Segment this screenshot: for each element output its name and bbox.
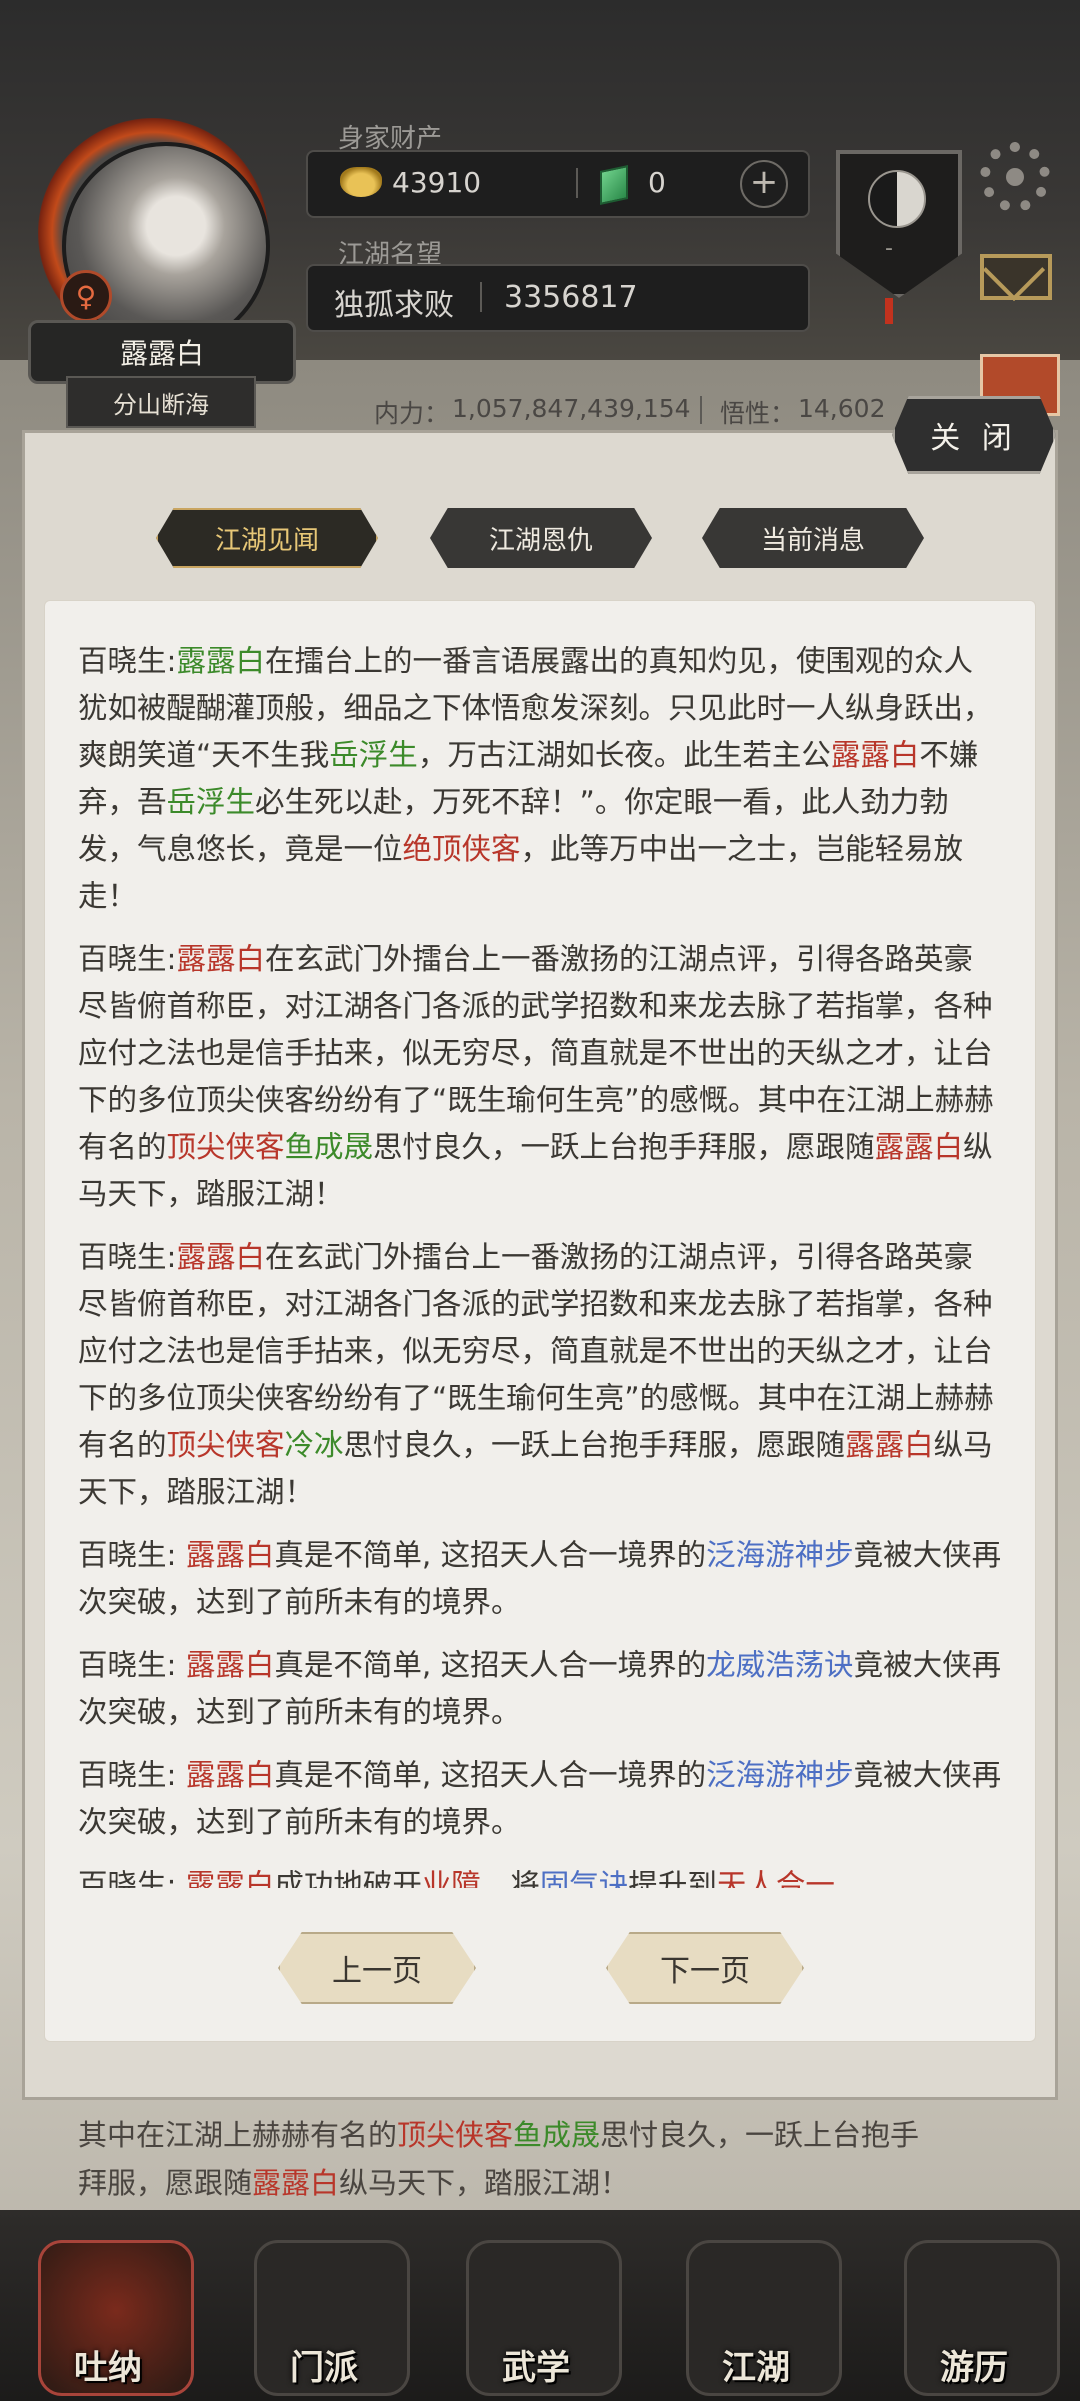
gear-icon[interactable]: [980, 142, 1050, 212]
background-message-line: 其中在江湖上赫赫有名的顶尖侠客鱼成晟思忖良久，一跃上台抱手: [78, 2112, 919, 2159]
highlight-name: 顶尖侠客: [166, 1130, 285, 1164]
news-message: 百晓生:露露白在玄武门外擂台上一番激扬的江湖点评，引得各路英豪尽皆俯首称臣，对江…: [78, 1234, 1002, 1516]
message-list[interactable]: 百晓生:露露白在擂台上的一番言语展露出的真知灼见，使围观的众人犹如被醍醐灌顶般，…: [78, 638, 1002, 1888]
message-text: 百晓生:: [78, 644, 177, 678]
highlight-name: 露露白: [176, 1240, 265, 1274]
message-text: 思忖良久，一跃上台抱手拜服，愿跟随: [343, 1428, 846, 1462]
jade-amount: 0: [648, 166, 666, 199]
message-text: 提升到: [628, 1868, 717, 1888]
news-message: 百晓生:露露白在擂台上的一番言语展露出的真知灼见，使围观的众人犹如被醍醐灌顶般，…: [78, 638, 1002, 920]
skill-name: 泛海游神步: [706, 1538, 854, 1572]
next-page-button[interactable]: 下一页: [606, 1932, 804, 2004]
highlight-name: 露露白: [185, 1868, 275, 1888]
close-button[interactable]: 关 闭: [892, 396, 1056, 474]
inner-power-value: 1,057,847,439,154: [452, 394, 691, 423]
nav-label-jianghu[interactable]: 江湖: [666, 2340, 846, 2389]
news-message: 百晓生:露露白在玄武门外擂台上一番激扬的江湖点评，引得各路英豪尽皆俯首称臣，对江…: [78, 936, 1002, 1218]
message-text: 百晓生:: [78, 1538, 186, 1572]
background-text: 其中在江湖上赫赫有名的: [78, 2118, 398, 2152]
highlight-name: 露露白: [176, 942, 265, 976]
mail-icon[interactable]: [980, 254, 1052, 300]
inner-power-label: 内力：: [374, 399, 450, 428]
player-title: 分山断海: [66, 376, 256, 428]
message-text: 百晓生:: [78, 942, 177, 976]
gold-ingot-icon: [340, 167, 382, 197]
tab-jianghu-feud[interactable]: 江湖恩仇: [430, 508, 652, 568]
add-currency-button[interactable]: +: [740, 160, 788, 208]
insight-label: 悟性：: [720, 399, 796, 428]
divider: [700, 396, 702, 424]
female-gender-icon: ♀: [60, 270, 112, 322]
message-text: 思忖良久，一跃上台抱手拜服，愿跟随: [373, 1130, 875, 1164]
player-name: 露露白: [28, 320, 296, 384]
highlight-name: 绝顶侠客: [402, 832, 521, 866]
divider: [480, 282, 482, 312]
divider: [576, 168, 578, 198]
highlight-name: 露露白: [185, 1758, 275, 1792]
background-text: 拜服，愿跟随: [78, 2166, 253, 2200]
prev-page-button[interactable]: 上一页: [278, 1932, 476, 2004]
skill-name: 固气诀: [539, 1868, 629, 1888]
message-text: 成功地破开: [274, 1868, 422, 1888]
background-message-line: 拜服，愿跟随露露白纵马天下，踏服江湖！: [78, 2160, 629, 2207]
highlight-name: 露露白: [874, 1130, 964, 1164]
gold-amount: 43910: [392, 166, 482, 199]
tab-jianghu-news[interactable]: 江湖见闻: [156, 508, 378, 568]
highlight-name: 顶尖侠客: [166, 1428, 285, 1462]
message-text: 百晓生:: [78, 1868, 186, 1888]
skill-name: 泛海游神步: [706, 1758, 854, 1792]
nav-label-meditation[interactable]: 吐纳: [18, 2340, 198, 2389]
fame-value: 3356817: [504, 280, 638, 315]
tassel-icon: [885, 298, 893, 324]
highlight-name: 天人合一: [716, 1868, 835, 1888]
highlight-name: 鱼成晟: [284, 1130, 374, 1164]
skill-name: 龙威浩荡诀: [706, 1648, 854, 1682]
highlight-name: 露露白: [830, 738, 920, 772]
message-text: 百晓生:: [78, 1758, 186, 1792]
emblem-mark: -: [885, 236, 893, 261]
highlight-name: 业障: [421, 1868, 481, 1888]
tab-current-messages[interactable]: 当前消息: [702, 508, 924, 568]
nav-label-sect[interactable]: 门派: [234, 2340, 414, 2389]
insight-value: 14,602: [798, 394, 886, 423]
message-text: 真是不简单, 这招天人合一境界的: [274, 1758, 707, 1792]
news-message: 百晓生: 露露白真是不简单, 这招天人合一境界的泛海游神步竟被大侠再次突破，达到…: [78, 1532, 1002, 1626]
nav-label-martial-arts[interactable]: 武学: [446, 2340, 626, 2389]
message-text: 真是不简单, 这招天人合一境界的: [274, 1648, 707, 1682]
background-rank: 顶尖侠客: [397, 2118, 514, 2152]
news-message: 百晓生: 露露白真是不简单, 这招天人合一境界的龙威浩荡诀竟被大侠再次突破，达到…: [78, 1642, 1002, 1736]
message-text: 真是不简单, 这招天人合一境界的: [274, 1538, 707, 1572]
highlight-name: 露露白: [185, 1648, 275, 1682]
fame-rank: 独孤求败: [334, 288, 454, 323]
message-text: 百晓生:: [78, 1648, 186, 1682]
highlight-name: 露露白: [845, 1428, 934, 1462]
message-text: 。: [834, 1868, 865, 1888]
news-message: 百晓生: 露露白真是不简单, 这招天人合一境界的泛海游神步竟被大侠再次突破，达到…: [78, 1752, 1002, 1846]
background-player: 露露白: [252, 2166, 340, 2200]
highlight-name: 冷冰: [284, 1428, 344, 1462]
message-text: ，万古江湖如长夜。此生若主公: [417, 738, 831, 772]
background-text: 思忖良久，一跃上台抱手: [600, 2118, 920, 2152]
message-text: 百晓生:: [78, 1240, 177, 1274]
highlight-name: 露露白: [185, 1538, 275, 1572]
taiji-icon: [868, 170, 926, 228]
background-text: 纵马天下，踏服江湖！: [339, 2166, 630, 2200]
message-text: ，将: [480, 1868, 540, 1888]
jade-icon: [600, 165, 628, 205]
highlight-name: 岳浮生: [329, 738, 418, 772]
highlight-name: 露露白: [176, 644, 265, 678]
news-message: 百晓生: 露露白成功地破开业障，将固气诀提升到天人合一。: [78, 1862, 1002, 1888]
highlight-name: 岳浮生: [166, 785, 256, 819]
background-hero: 鱼成晟: [513, 2118, 601, 2152]
nav-label-travel[interactable]: 游历: [884, 2340, 1064, 2389]
